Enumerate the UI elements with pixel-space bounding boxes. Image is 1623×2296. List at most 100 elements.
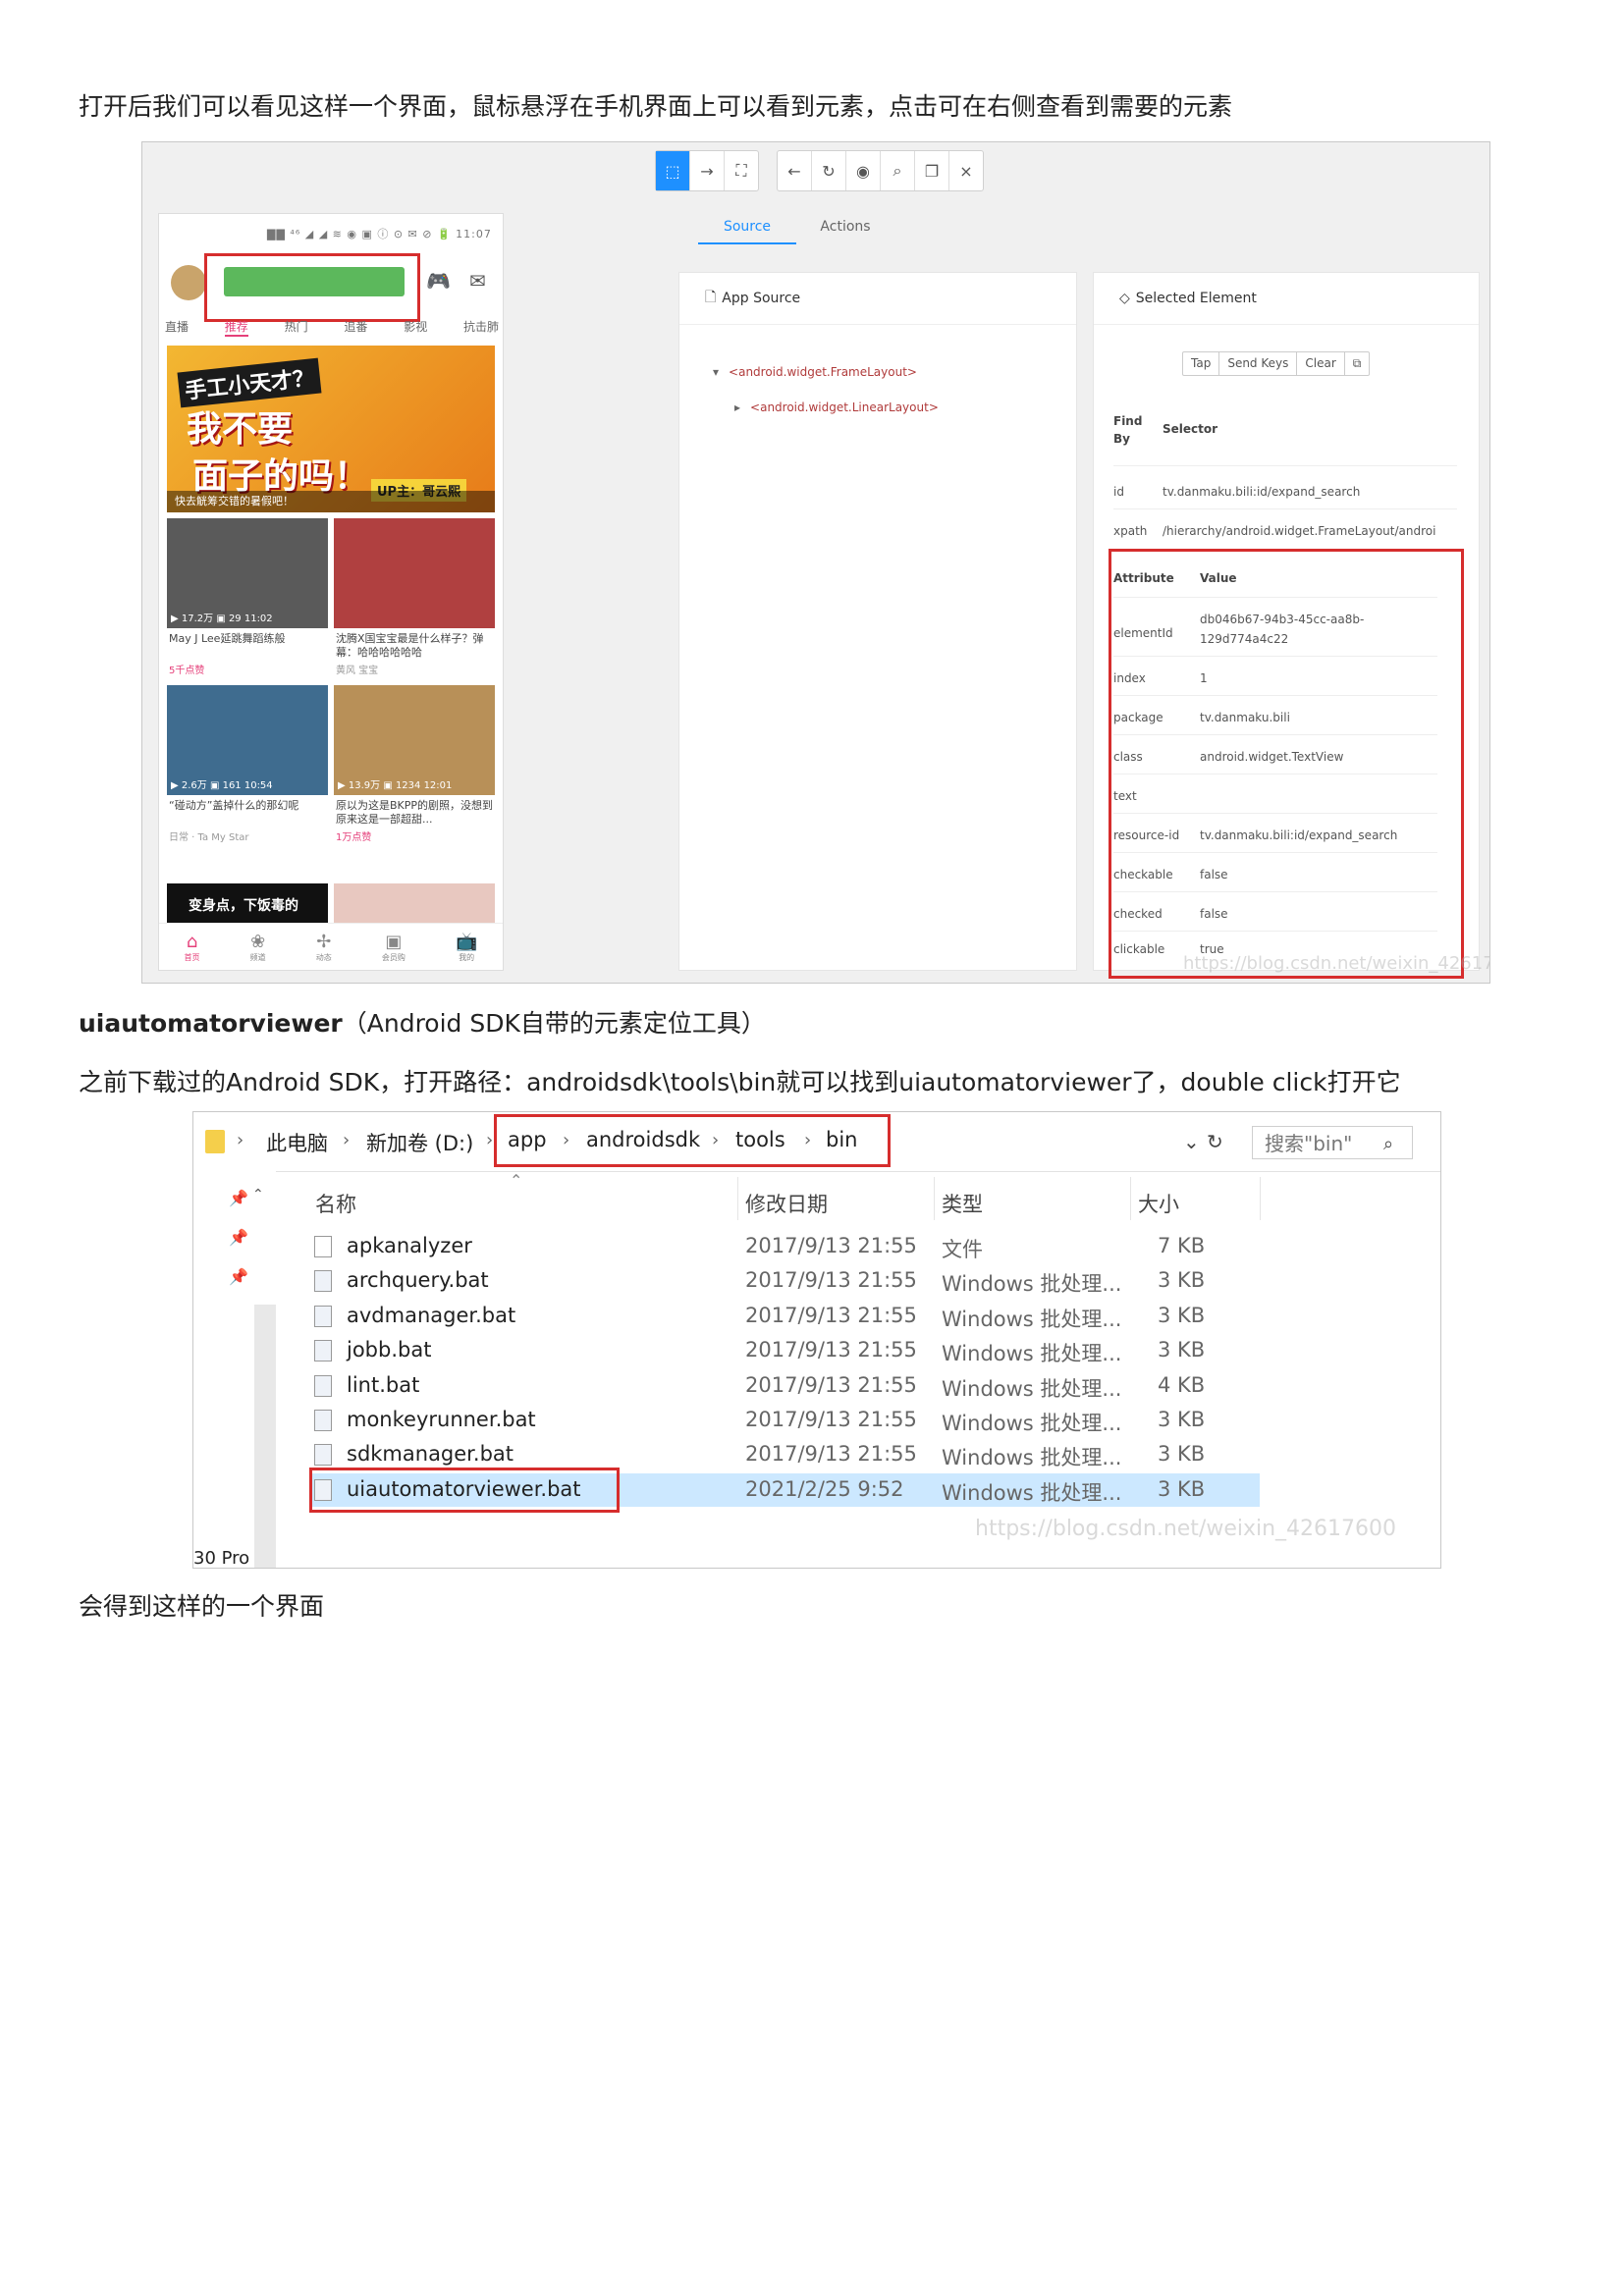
file-date: 2017/9/13 21:55	[745, 1372, 917, 1397]
file-type: Windows 批处理...	[942, 1480, 1122, 1505]
tab-actions[interactable]: Actions	[796, 219, 894, 244]
tv-icon: 📺	[455, 932, 478, 952]
file-row[interactable]: lint.bat 2017/9/13 21:55 Windows 批处理... 4 K…	[311, 1369, 1440, 1403]
file-size: 3 KB	[1158, 1338, 1206, 1362]
nav-shop[interactable]: ▣ 会员购	[382, 932, 406, 963]
nav-label: 频道	[249, 953, 266, 962]
batch-file-icon	[314, 1444, 332, 1467]
tab-anime[interactable]: 追番	[344, 318, 367, 337]
video-card-thumb[interactable]	[334, 518, 495, 628]
chevron-right-icon: ›	[237, 1130, 244, 1150]
batch-file-icon	[314, 1340, 332, 1362]
chevron-up-icon[interactable]: ⌃	[252, 1187, 264, 1202]
clear-button[interactable]: Clear	[1297, 352, 1345, 375]
col-size[interactable]: 大小	[1138, 1189, 1179, 1218]
scrollbar[interactable]	[254, 1305, 276, 1568]
tab-movies[interactable]: 影视	[404, 318, 427, 337]
eye-icon[interactable]: ◉	[846, 151, 881, 190]
file-name: monkeyrunner.bat	[347, 1408, 536, 1431]
file-date: 2017/9/13 21:55	[745, 1234, 917, 1257]
video-card-stats: ▶ 17.2万 ▣ 29 11:02	[171, 614, 273, 624]
pin-icon[interactable]: 📌	[229, 1267, 248, 1286]
selector-table: Find By Selector id tv.danmaku.bili:id/e…	[1113, 397, 1477, 544]
pin-icon[interactable]: 📌	[229, 1228, 248, 1247]
chevron-down-icon[interactable]: ⌄	[1183, 1130, 1200, 1153]
video-card-thumb[interactable]	[334, 883, 495, 923]
tab-source[interactable]: Source	[698, 219, 796, 244]
file-date: 2017/9/13 21:55	[745, 1338, 917, 1362]
file-date: 2017/9/13 21:55	[745, 1303, 917, 1327]
copy-icon[interactable]: ❐	[915, 151, 949, 190]
file-name: apkanalyzer	[347, 1234, 472, 1257]
tag-icon: ◇	[1119, 291, 1130, 306]
tab-live[interactable]: 直播	[165, 318, 189, 337]
file-row[interactable]: jobb.bat 2017/9/13 21:55 Windows 批处理... 3 K…	[311, 1334, 1440, 1367]
send-keys-button[interactable]: Send Keys	[1219, 352, 1298, 375]
mail-icon[interactable]: ✉	[469, 269, 486, 293]
video-card-stats: ▶ 13.9万 ▣ 1234 12:01	[338, 780, 453, 791]
video-card-thumb[interactable]: ▶ 17.2万 ▣ 29 11:02	[167, 518, 328, 628]
banner[interactable]: 手工小天才？ 我不要 面子的吗！ UP主：哥云熙 快去觥筹交错的暑假吧！	[167, 346, 495, 512]
bottom-nav: ⌂ 首页 ❀ 频道 ✢ 动态 ▣ 会员购 📺 我的	[159, 923, 503, 970]
phone-screen[interactable]: ▇▇ ⁴⁶ ◢ ◢ ≋ ◉ ▣ ⓘ ⊙ ✉ ⊘ 🔋 11:07 🎮 ✉ 直播 推…	[158, 213, 504, 971]
pin-icon[interactable]: 📌	[229, 1189, 248, 1207]
video-card-thumb[interactable]: ▶ 13.9万 ▣ 1234 12:01	[334, 685, 495, 795]
explorer-screenshot: › 此电脑 › 新加卷 (D:) › app › androidsdk › to…	[192, 1111, 1441, 1569]
highlight-box-path	[494, 1114, 891, 1167]
file-row[interactable]: monkeyrunner.bat 2017/9/13 21:55 Windows 批…	[311, 1404, 1440, 1437]
appium-inspector-screenshot: ⬚ → ⛶ ← ↻ ◉ ⌕ ❐ × ▇▇ ⁴⁶ ◢ ◢ ≋ ◉ ▣ ⓘ ⊙ ✉ …	[141, 141, 1490, 984]
tab-hot[interactable]: 热门	[285, 318, 308, 337]
caret-right-icon: ▸	[734, 400, 741, 414]
selector-value[interactable]: /hierarchy/android.widget.FrameLayout/an…	[1163, 524, 1435, 538]
address-bar: › 此电脑 › 新加卷 (D:) › app › androidsdk › to…	[193, 1112, 1440, 1172]
video-card-thumb[interactable]: 变身点，下饭毒的	[167, 883, 328, 923]
search-icon[interactable]: ⌕	[881, 151, 915, 190]
selected-element-header: ◇ Selected Element	[1094, 273, 1479, 325]
selector-value[interactable]: tv.danmaku.bili:id/expand_search	[1163, 485, 1360, 499]
refresh-icon[interactable]: ↻	[812, 151, 846, 190]
navigation-pane: 📌 ⌃ 📌 📌	[193, 1171, 276, 1568]
video-card-stats: ▶ 2.6万 ▣ 161 10:54	[171, 780, 273, 791]
nav-channel[interactable]: ❀ 频道	[250, 932, 266, 963]
file-date: 2017/9/13 21:55	[745, 1268, 917, 1293]
tab-fight-virus[interactable]: 抗击肺	[463, 318, 499, 337]
tree-node[interactable]: ▾ <android.widget.FrameLayout>	[713, 365, 917, 379]
col-name[interactable]: 名称	[315, 1189, 356, 1218]
video-card-thumb[interactable]: ▶ 2.6万 ▣ 161 10:54	[167, 685, 328, 795]
divider	[1113, 508, 1457, 509]
back-icon[interactable]: ←	[778, 151, 812, 190]
path-paragraph: 之前下载过的Android SDK，打开路径：androidsdk\tools\…	[79, 1068, 1401, 1096]
avatar[interactable]	[171, 265, 206, 300]
closing-paragraph: 会得到这样的一个界面	[79, 1592, 325, 1621]
tree-node[interactable]: ▸ <android.widget.LinearLayout>	[734, 400, 939, 414]
game-icon[interactable]: 🎮	[426, 269, 451, 293]
shop-icon: ▣	[385, 932, 403, 952]
col-date[interactable]: 修改日期	[745, 1189, 828, 1218]
highlight-box-file	[309, 1468, 620, 1513]
nav-label: 动态	[315, 953, 332, 962]
nav-home[interactable]: ⌂ 首页	[185, 932, 200, 963]
breadcrumb-drive[interactable]: 新加卷 (D:)	[366, 1128, 473, 1157]
breadcrumb-this-pc[interactable]: 此电脑	[266, 1128, 328, 1157]
tool-name: uiautomatorviewer	[79, 1009, 343, 1038]
file-row[interactable]: apkanalyzer 2017/9/13 21:55 文件 7 KB	[311, 1230, 1440, 1263]
batch-file-icon	[314, 1410, 332, 1431]
nav-dynamic[interactable]: ✢ 动态	[316, 932, 332, 963]
refresh-icon[interactable]: ↻	[1207, 1130, 1223, 1153]
nav-mine[interactable]: 📺 我的	[456, 932, 477, 963]
batch-file-icon	[314, 1270, 332, 1293]
tap-by-coordinates-icon[interactable]: ⛶	[725, 151, 758, 190]
close-icon[interactable]: ×	[949, 151, 983, 190]
col-type[interactable]: 类型	[942, 1189, 983, 1218]
divider	[737, 1177, 738, 1220]
swipe-icon[interactable]: →	[690, 151, 725, 190]
copy-attributes-button[interactable]: ⧉	[1345, 352, 1370, 375]
video-card-meta: 黄风 宝宝	[336, 666, 379, 676]
tap-button[interactable]: Tap	[1183, 352, 1220, 375]
file-row[interactable]: avdmanager.bat 2017/9/13 21:55 Windows 批处理…	[311, 1300, 1440, 1333]
file-type: 文件	[942, 1238, 983, 1261]
tab-recommend[interactable]: 推荐	[224, 318, 248, 337]
file-size: 3 KB	[1158, 1268, 1206, 1293]
file-row[interactable]: archquery.bat 2017/9/13 21:55 Windows 批处理.…	[311, 1264, 1440, 1298]
select-icon[interactable]: ⬚	[656, 151, 690, 190]
